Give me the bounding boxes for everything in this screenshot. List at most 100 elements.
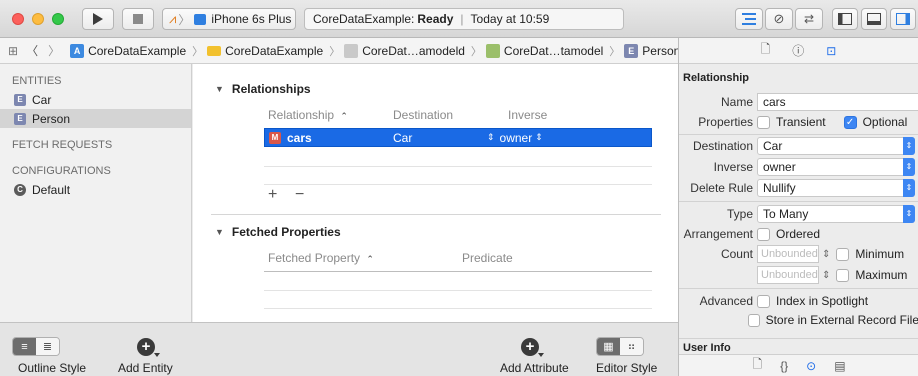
entity-label: Person (32, 111, 71, 126)
data-model-inspector-icon[interactable]: ⊡ (826, 44, 836, 58)
optional-checkbox[interactable]: ✓ (843, 115, 857, 129)
delete-rule-label: Delete Rule (690, 181, 753, 195)
standard-editor-button[interactable] (735, 8, 763, 30)
model-bundle-icon (344, 43, 359, 58)
scheme-selector[interactable]: ⩘ 〉 iPhone 6s Plus (162, 8, 296, 30)
table-style-icon[interactable]: ≡ (13, 338, 36, 355)
inspector-section-title: Relationship (683, 72, 750, 84)
add-entity-icon[interactable]: + (137, 338, 160, 357)
minimum-count-field[interactable]: Unbounded (757, 245, 819, 263)
stepper-icon: ⇕ (487, 132, 495, 142)
jump-project-label: CoreDataExample (88, 43, 187, 58)
name-field[interactable]: cars (757, 93, 918, 111)
code-snippet-icon[interactable]: {} (780, 359, 788, 373)
store-external-checkbox[interactable] (747, 313, 760, 327)
status-app: CoreDataExample: (313, 12, 415, 26)
jump-project[interactable]: A CoreDataExample (70, 43, 187, 58)
add-attribute-icon[interactable]: + (521, 338, 544, 357)
column-header-relationship[interactable]: Relationship ⌃ (268, 108, 348, 122)
inverse-popup[interactable]: owner ⇕ (757, 158, 915, 176)
advanced-row: Advanced Index in Spotlight (679, 291, 918, 311)
jump-folder[interactable]: CoreDataExample (207, 44, 323, 58)
table-header-divider (264, 271, 652, 272)
add-attribute-label[interactable]: Add Attribute (500, 361, 569, 375)
table-grid-icon[interactable]: ▦ (597, 338, 620, 355)
editor-style-control[interactable]: ▦ ⠶ (596, 337, 644, 356)
add-entity-label[interactable]: Add Entity (118, 361, 173, 375)
forward-icon[interactable]: 〉 (48, 42, 60, 59)
delete-rule-popup[interactable]: Nullify ⇕ (757, 179, 915, 197)
relationship-row[interactable]: M cars Car ⇕ owner ⇕ (264, 128, 652, 147)
column-header-fetched-property[interactable]: Fetched Property ⌃ (268, 251, 374, 265)
zoom-window-button[interactable] (52, 13, 64, 25)
entity-item-car[interactable]: E Car (0, 90, 191, 109)
type-row: Type To Many ⇕ (679, 204, 918, 224)
fetched-properties-section[interactable]: ▼ Fetched Properties (215, 225, 341, 239)
related-items-icon[interactable]: ⊞ (8, 44, 18, 58)
jump-modeld[interactable]: CoreDat…amodeld (344, 43, 465, 58)
entity-icon: E (624, 43, 639, 58)
count-maximum-row: Unbounded ⇕ Maximum (679, 265, 918, 285)
configuration-item-default[interactable]: C Default (0, 180, 191, 199)
remove-relationship-button[interactable]: − (295, 186, 304, 204)
column-header-predicate[interactable]: Predicate (462, 251, 513, 265)
graph-style-icon[interactable]: ⠶ (620, 338, 643, 355)
library-tabs: 🗋 {} ⊙ ▤ (679, 354, 918, 376)
inspector-divider (679, 338, 918, 339)
outline-style-label: Outline Style (18, 361, 87, 375)
inverse-value: owner (763, 160, 796, 174)
window-toolbar: ⩘ 〉 iPhone 6s Plus CoreDataExample: Read… (0, 0, 918, 38)
inverse-row: Inverse owner ⇕ (679, 157, 918, 177)
media-library-icon[interactable]: ▤ (834, 359, 845, 373)
file-inspector-icon[interactable]: 🗋 (761, 40, 771, 61)
stop-button[interactable] (122, 8, 154, 30)
disclosure-triangle-icon[interactable]: ▼ (215, 84, 224, 94)
add-relationship-button[interactable]: + (268, 186, 277, 204)
back-icon[interactable]: 〈 (26, 42, 38, 59)
maximum-checkbox[interactable] (836, 268, 850, 282)
maximum-count-field[interactable]: Unbounded (757, 266, 819, 284)
outline-style-control[interactable]: ≡ ≣ (12, 337, 60, 356)
jump-entity[interactable]: E Person (624, 43, 678, 58)
close-window-button[interactable] (12, 13, 24, 25)
relationships-section[interactable]: ▼ Relationships (215, 82, 311, 96)
run-button[interactable] (82, 8, 114, 30)
transient-checkbox[interactable] (757, 115, 770, 129)
minimize-window-button[interactable] (32, 13, 44, 25)
outline-list-icon[interactable]: ≣ (36, 338, 59, 355)
stepper-icon[interactable]: ⇕ (822, 249, 830, 260)
file-template-icon[interactable]: 🗋 (752, 355, 762, 376)
entity-navigator: ENTITIES E Car E Person FETCH REQUESTS C… (0, 64, 192, 322)
chevron-right-icon: 〉 (470, 45, 482, 58)
column-header-label: Fetched Property (268, 251, 361, 265)
inspector-divider (679, 288, 918, 289)
left-panel-icon (838, 13, 852, 25)
popup-stepper-icon: ⇕ (903, 137, 915, 155)
version-editor-button[interactable]: ⇄ (795, 8, 823, 30)
name-row: Name cars (679, 92, 918, 112)
destination-popup[interactable]: Car ⇕ (757, 137, 915, 155)
index-spotlight-checkbox[interactable] (757, 294, 770, 308)
object-library-icon[interactable]: ⊙ (806, 359, 816, 373)
stepper-icon: ⇕ (535, 132, 543, 142)
toggle-inspector-button[interactable] (890, 8, 916, 30)
quick-help-icon[interactable]: ⓘ (792, 42, 804, 59)
column-header-inverse[interactable]: Inverse (508, 108, 547, 122)
column-header-destination[interactable]: Destination (393, 108, 453, 122)
minimum-checkbox[interactable] (836, 247, 850, 261)
chevron-right-icon: 〉 (192, 45, 204, 58)
assistant-editor-button[interactable]: ⊘ (765, 8, 793, 30)
fetch-requests-header: FETCH REQUESTS (12, 139, 113, 151)
entity-item-person[interactable]: E Person (0, 109, 191, 128)
stepper-icon[interactable]: ⇕ (822, 270, 830, 281)
toggle-navigator-button[interactable] (832, 8, 858, 30)
sort-ascending-icon: ⌃ (340, 111, 348, 121)
jump-folder-label: CoreDataExample (225, 43, 324, 58)
ordered-checkbox[interactable] (757, 227, 770, 241)
type-popup[interactable]: To Many ⇕ (757, 205, 915, 223)
toggle-debug-button[interactable] (861, 8, 887, 30)
entity-icon: E (14, 112, 26, 125)
jump-model[interactable]: CoreDat…tamodel (485, 43, 603, 58)
inspector-divider (679, 201, 918, 202)
disclosure-triangle-icon[interactable]: ▼ (215, 227, 224, 237)
